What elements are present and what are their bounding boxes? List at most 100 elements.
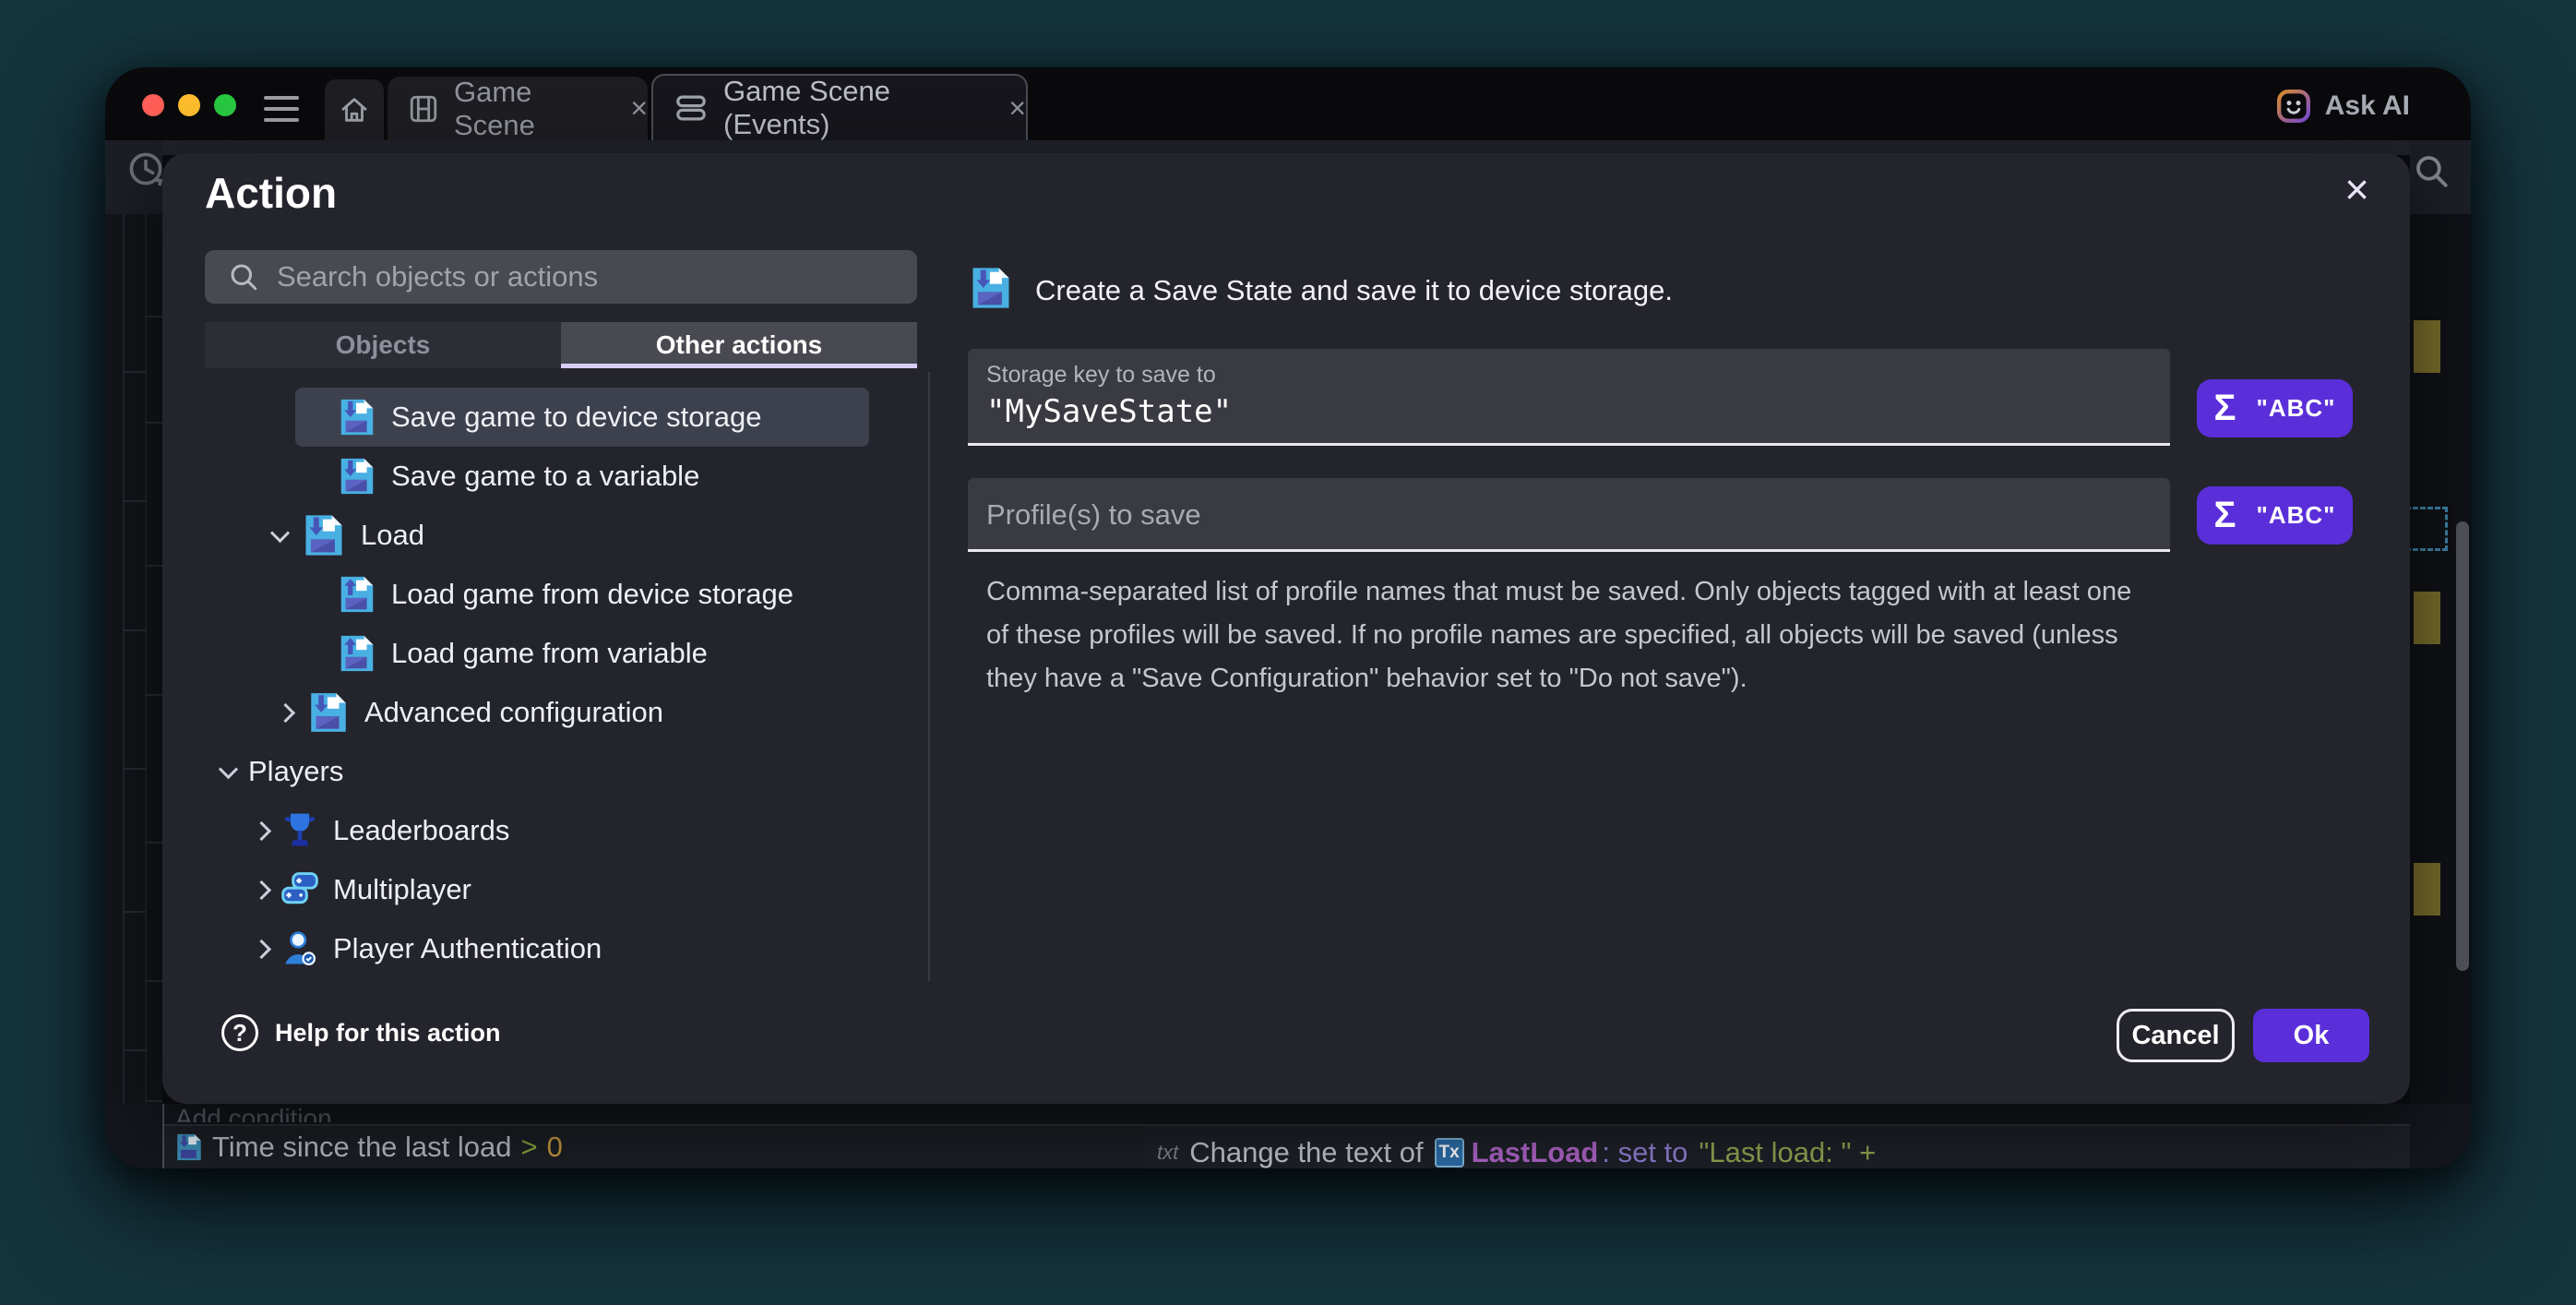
set-to-text: : set to (1602, 1136, 1688, 1168)
tree-group-advanced-configuration[interactable]: Advanced configuration (205, 686, 893, 739)
search-icon (227, 260, 260, 293)
condition-text: Time since the last load (212, 1131, 512, 1164)
action-text: Change the text of (1189, 1136, 1423, 1168)
tree-group-leaderboards[interactable]: Leaderboards (205, 804, 893, 857)
save-icon (305, 689, 352, 736)
cancel-button[interactable]: Cancel (2117, 1009, 2235, 1062)
ok-button[interactable]: Ok (2253, 1009, 2369, 1062)
desktop-background: { "header": { "ask_ai_label": "Ask AI", … (0, 0, 2576, 1305)
events-sheet-icon (674, 90, 709, 126)
chevron-down-icon[interactable] (270, 523, 290, 543)
close-window-button[interactable] (142, 94, 164, 116)
search-box[interactable] (205, 250, 917, 304)
search-events-icon[interactable] (2412, 151, 2451, 195)
sigma-icon: Σ (2214, 388, 2236, 429)
condition-operator: > (521, 1131, 538, 1164)
tab-objects[interactable]: Objects (205, 322, 561, 368)
search-input[interactable] (277, 260, 902, 293)
expression-editor-button[interactable]: Σ "ABC" (2197, 486, 2353, 545)
minimize-window-button[interactable] (178, 94, 200, 116)
text-object-icon: Tx (1435, 1138, 1464, 1167)
tree-item-label: Load game from variable (391, 637, 708, 670)
load-icon (336, 632, 378, 675)
tree-item-label: Save game to a variable (391, 460, 699, 493)
save-icon (967, 264, 1015, 317)
ask-ai-button[interactable]: Ask AI (2275, 88, 2410, 125)
tab-label: Game Scene (Events) (723, 75, 988, 141)
help-for-this-action-link[interactable]: ? Help for this action (221, 1014, 501, 1051)
tree-item-label: Leaderboards (333, 814, 509, 847)
tree-item-label: Player Authentication (333, 932, 602, 965)
menu-icon[interactable] (264, 95, 299, 123)
action-row[interactable]: txt Change the text of Tx LastLoad : set… (1157, 1133, 2410, 1168)
dialog-title: Action (205, 168, 337, 218)
storage-key-field[interactable]: Storage key to save to "MySaveState" (968, 349, 2170, 446)
chevron-right-icon[interactable] (252, 939, 271, 958)
save-icon (173, 1131, 205, 1163)
tree-item-label: Advanced configuration (364, 696, 663, 729)
load-icon (336, 573, 378, 616)
chevron-right-icon[interactable] (276, 702, 295, 722)
close-tab-icon[interactable]: × (630, 91, 648, 126)
close-dialog-icon[interactable]: × (2344, 164, 2369, 214)
tab-game-scene-events[interactable]: Game Scene (Events) × (651, 74, 1028, 140)
gamepad-icon (280, 869, 320, 910)
help-link-label: Help for this action (275, 1019, 501, 1048)
tree-item-save-game-to-device-storage[interactable]: Save game to device storage (205, 390, 893, 444)
events-scrollbar[interactable] (2456, 521, 2469, 971)
tree-item-label: Multiplayer (333, 873, 471, 906)
app-window: Game Scene × Game Scene (Events) × (105, 67, 2471, 1168)
save-icon (300, 511, 348, 559)
tab-home[interactable] (325, 79, 384, 140)
close-tab-icon[interactable]: × (1008, 91, 1026, 126)
add-condition-link[interactable]: Add condition (175, 1104, 332, 1122)
tree-category-players[interactable]: Players (205, 745, 893, 798)
string-type-label: "ABC" (2257, 394, 2336, 423)
tree-item-label: Load game from device storage (391, 578, 793, 611)
tree-item-save-game-to-a-variable[interactable]: Save game to a variable (205, 449, 893, 503)
tree-item-load-game-from-variable[interactable]: Load game from variable (205, 627, 893, 680)
events-sheet-bottom: Add condition Time since the last load >… (105, 1104, 2471, 1168)
tree-item-load-game-from-device-storage[interactable]: Load game from device storage (205, 568, 893, 621)
events-sheet-left-edge (105, 214, 162, 1104)
tree-group-multiplayer[interactable]: Multiplayer (205, 863, 893, 916)
save-icon (336, 455, 378, 497)
condition-row[interactable]: Time since the last load > 0 (164, 1124, 1144, 1168)
profiles-field[interactable]: Profile(s) to save (968, 478, 2170, 552)
events-sheet-right-edge (2410, 214, 2471, 1104)
tree-group-load[interactable]: Load (205, 509, 893, 562)
field-label: Storage key to save to (986, 362, 1216, 389)
tree-item-label: Save game to device storage (391, 401, 762, 434)
string-value: "Last load: " + (1699, 1136, 1876, 1168)
help-icon: ? (221, 1014, 258, 1051)
trophy-icon (280, 810, 320, 851)
chevron-down-icon[interactable] (219, 760, 238, 779)
condition-value: 0 (547, 1131, 563, 1164)
tree-group-player-authentication[interactable]: Player Authentication (205, 922, 893, 976)
chevron-right-icon[interactable] (252, 880, 271, 899)
home-icon (339, 94, 370, 126)
chevron-right-icon[interactable] (252, 820, 271, 840)
event-color-bar (2414, 320, 2440, 373)
drop-target-outline (2405, 507, 2448, 551)
tree-item-label: Players (248, 755, 343, 788)
window-tab-bar: Game Scene × Game Scene (Events) × (105, 67, 2471, 140)
zoom-window-button[interactable] (214, 94, 236, 116)
tab-label: Game Scene (454, 76, 610, 142)
ask-ai-label: Ask AI (2325, 90, 2410, 122)
save-icon (336, 396, 378, 438)
history-clock-icon[interactable] (125, 149, 166, 194)
ai-smiley-icon (2275, 88, 2312, 125)
string-type-label: "ABC" (2257, 501, 2336, 530)
expression-editor-button[interactable]: Σ "ABC" (2197, 379, 2353, 437)
field-value[interactable]: "MySaveState" (986, 393, 1232, 430)
tab-game-scene[interactable]: Game Scene × (388, 77, 648, 140)
tab-other-actions[interactable]: Other actions (561, 322, 917, 368)
field-help-text: Comma-separated list of profile names th… (986, 570, 2135, 700)
action-description: Create a Save State and save it to devic… (1035, 274, 1673, 307)
person-icon (280, 928, 320, 969)
panel-divider (928, 372, 930, 981)
dialog-tabs: Objects Other actions (205, 322, 917, 368)
actions-tree: Save game to device storage Save game to… (205, 372, 893, 981)
event-color-bar (2414, 592, 2440, 644)
